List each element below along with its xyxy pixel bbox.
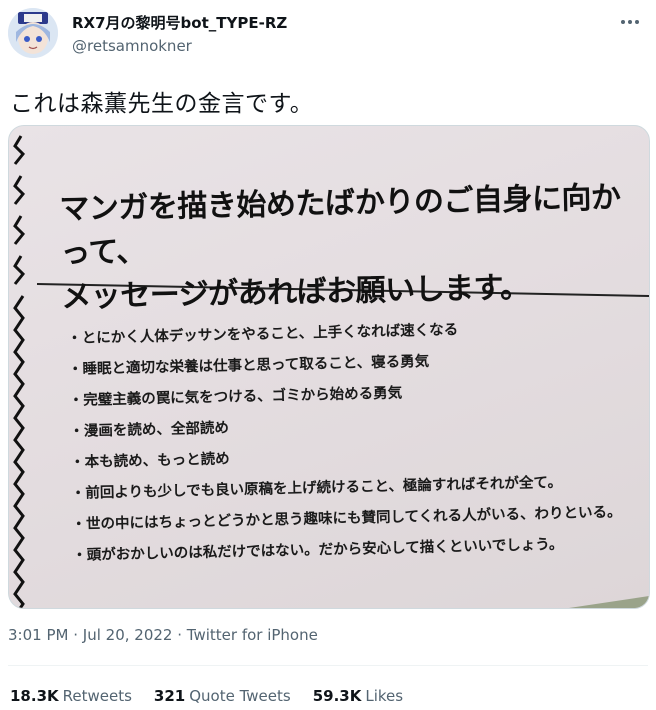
tweet-photo[interactable]: マンガを描き始めたばかりのご自身に向かって、 メッセージがあればお願いします。 … [8, 125, 650, 609]
quote-tweets-stat[interactable]: 321 Quote Tweets [154, 687, 291, 705]
likes-count: 59.3K [312, 687, 362, 705]
display-name[interactable]: RX7月の黎明号bot_TYPE-RZ [72, 12, 287, 33]
tweet-metadata: 3:01 PM · Jul 20, 2022 · Twitter for iPh… [8, 626, 318, 644]
tweet-time[interactable]: 3:01 PM [8, 626, 68, 644]
avatar[interactable] [8, 8, 58, 58]
tweet-source[interactable]: Twitter for iPhone [187, 626, 318, 644]
tweet-header: RX7月の黎明号bot_TYPE-RZ @retsamnokner [0, 0, 656, 72]
photo-heading-line-1: マンガを描き始めたばかりのご自身に向かって、 [59, 180, 621, 271]
retweets-count: 18.3K [10, 687, 59, 705]
photo-advice-list: ・とにかく人体デッサンをやること、上手くなれば速くなる ・睡眠と適切な栄養は仕事… [67, 311, 649, 572]
tweet-text: これは森薫先生の金言です。 [10, 91, 314, 117]
quote-tweets-label: Quote Tweets [189, 687, 291, 705]
separator: · [73, 626, 83, 644]
tweet-date[interactable]: Jul 20, 2022 [83, 626, 173, 644]
tweet-stats: 18.3K Retweets 321 Quote Tweets 59.3K Likes [10, 687, 403, 705]
likes-label: Likes [365, 687, 404, 705]
avatar-image [8, 8, 58, 58]
more-icon[interactable] [618, 10, 642, 34]
quote-tweets-count: 321 [153, 687, 186, 705]
likes-stat[interactable]: 59.3K Likes [313, 687, 403, 705]
retweets-stat[interactable]: 18.3K Retweets [10, 687, 132, 705]
photo-heading: マンガを描き始めたばかりのご自身に向かって、 メッセージがあればお願いします。 [59, 176, 642, 320]
divider [8, 665, 648, 666]
separator: · [177, 626, 187, 644]
retweets-label: Retweets [62, 687, 132, 705]
user-handle[interactable]: @retsamnokner [72, 37, 192, 55]
